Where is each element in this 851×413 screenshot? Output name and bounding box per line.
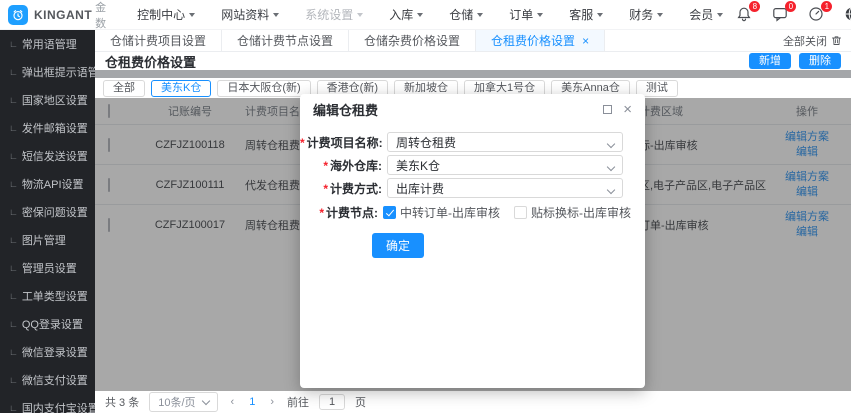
nav-menu: 控制中心 网站资料 系统设置 入库 仓储 订单 客服 财务 会员 bbox=[124, 0, 736, 30]
tab-warehouse-misc-price[interactable]: 仓储杂费价格设置 bbox=[349, 30, 477, 51]
chevron-down-icon bbox=[273, 13, 280, 17]
main-area: 仓储计费项目设置 仓储计费节点设置 仓储杂费价格设置 仓租费价格设置 全部关闭 … bbox=[95, 30, 851, 413]
sidebar-item[interactable]: 国家地区设置 bbox=[0, 86, 95, 114]
sidebar-item[interactable]: 微信支付设置 bbox=[0, 366, 95, 394]
chevron-down-icon bbox=[357, 13, 364, 17]
nav-menu-item[interactable]: 订单 bbox=[496, 0, 556, 30]
bell-badge: 8 bbox=[749, 1, 761, 12]
chevron-down-icon bbox=[417, 13, 424, 17]
chevron-down-icon bbox=[657, 13, 664, 17]
chat-icon[interactable]: 0 bbox=[772, 1, 797, 23]
brand-logo-icon bbox=[8, 4, 28, 25]
sidebar-item[interactable]: 弹出框提示语管理 bbox=[0, 58, 95, 86]
filter-chip[interactable]: 日本大阪仓(新) bbox=[217, 79, 311, 97]
filter-chip-active[interactable]: 美东K仓 bbox=[151, 79, 212, 97]
globe-icon[interactable] bbox=[844, 6, 851, 23]
chevron-down-icon bbox=[537, 13, 544, 17]
tab-warehouse-billing-nodes[interactable]: 仓储计费节点设置 bbox=[222, 30, 350, 51]
chevron-down-icon bbox=[606, 185, 616, 195]
overseas-warehouse-select[interactable]: 美东K仓 bbox=[387, 155, 623, 175]
goto-label: 前往 bbox=[287, 397, 309, 409]
chevron-down-icon bbox=[201, 396, 210, 405]
edit-rent-dialog: 编辑仓租费 计费项目名称: 周转仓租费 海外仓库: 美东K bbox=[300, 94, 645, 388]
page-number[interactable]: 1 bbox=[247, 396, 257, 408]
nav-menu-item[interactable]: 客服 bbox=[556, 0, 616, 30]
pagination-bar: 共 3 条 10条/页 1 前往 页 bbox=[95, 391, 851, 413]
relabel-checkbox-label: 贴标换标-出库审核 bbox=[531, 206, 631, 220]
relabel-checkbox[interactable] bbox=[514, 206, 527, 219]
next-page-button[interactable] bbox=[267, 396, 277, 408]
confirm-button[interactable]: 确定 bbox=[372, 233, 425, 258]
page-size-select[interactable]: 10条/页 bbox=[149, 392, 218, 412]
page-unit-label: 页 bbox=[355, 397, 366, 409]
nav-menu-item[interactable]: 控制中心 bbox=[124, 0, 208, 30]
dialog-header: 编辑仓租费 bbox=[300, 94, 645, 124]
nav-menu-item[interactable]: 财务 bbox=[616, 0, 676, 30]
close-all-tabs-button[interactable]: 全部关闭 bbox=[783, 30, 851, 51]
chevron-down-icon bbox=[606, 162, 616, 172]
goto-page-input[interactable] bbox=[319, 394, 345, 410]
chevron-down-icon bbox=[606, 139, 616, 149]
sidebar-item[interactable]: 物流API设置 bbox=[0, 170, 95, 198]
sidebar: 常用语管理 弹出框提示语管理 国家地区设置 发件邮箱设置 短信发送设置 物流AP… bbox=[0, 30, 95, 413]
gauge-icon[interactable]: 1 bbox=[808, 1, 833, 23]
nav-menu-item[interactable]: 会员 bbox=[676, 0, 736, 30]
tab-warehouse-billing-items[interactable]: 仓储计费项目设置 bbox=[95, 30, 223, 51]
nav-menu-item[interactable]: 仓储 bbox=[436, 0, 496, 30]
tab-warehouse-rent-price[interactable]: 仓租费价格设置 bbox=[476, 30, 606, 51]
billing-item-select[interactable]: 周转仓租费 bbox=[387, 132, 623, 152]
chevron-down-icon bbox=[717, 13, 724, 17]
minimize-icon[interactable] bbox=[603, 104, 613, 114]
dialog-title: 编辑仓租费 bbox=[313, 102, 379, 118]
chevron-down-icon bbox=[189, 13, 196, 17]
nav-menu-item[interactable]: 系统设置 bbox=[292, 0, 376, 30]
dimmed-gap bbox=[95, 70, 851, 78]
page-header: 仓租费价格设置 新增 删除 bbox=[95, 52, 851, 70]
dialog-body: 计费项目名称: 周转仓租费 海外仓库: 美东K仓 计费方式: bbox=[300, 124, 645, 258]
billing-method-select[interactable]: 出库计费 bbox=[387, 178, 623, 198]
sidebar-item[interactable]: 密保问题设置 bbox=[0, 198, 95, 226]
sidebar-item[interactable]: 国内支付宝设置 bbox=[0, 394, 95, 413]
sidebar-item[interactable]: 图片管理 bbox=[0, 226, 95, 254]
nav-menu-item[interactable]: 网站资料 bbox=[208, 0, 292, 30]
nav-menu-item[interactable]: 入库 bbox=[376, 0, 436, 30]
prev-page-button[interactable] bbox=[228, 396, 238, 408]
transfer-order-checkbox[interactable] bbox=[383, 206, 396, 219]
total-count: 共 3 条 bbox=[105, 397, 140, 409]
gauge-badge: 1 bbox=[821, 1, 833, 12]
top-navbar: KINGANT 金数 控制中心 网站资料 系统设置 入库 仓储 订单 客服 财务… bbox=[0, 0, 851, 30]
sidebar-item[interactable]: QQ登录设置 bbox=[0, 310, 95, 338]
nav-toolbar: 8 0 1 iadmin bbox=[736, 0, 851, 29]
field-label-billing-method: 计费方式: bbox=[300, 180, 382, 197]
app-window: KINGANT 金数 控制中心 网站资料 系统设置 入库 仓储 订单 客服 财务… bbox=[0, 0, 851, 413]
field-label-billing-item: 计费项目名称: bbox=[300, 134, 383, 151]
sidebar-item[interactable]: 微信登录设置 bbox=[0, 338, 95, 366]
tab-close-icon[interactable] bbox=[582, 35, 589, 47]
delete-button[interactable]: 删除 bbox=[799, 53, 841, 69]
sidebar-item[interactable]: 管理员设置 bbox=[0, 254, 95, 282]
sidebar-item[interactable]: 常用语管理 bbox=[0, 30, 95, 58]
close-icon[interactable] bbox=[623, 104, 632, 115]
brand-name: KINGANT bbox=[34, 7, 93, 22]
trash-icon bbox=[832, 36, 841, 45]
sidebar-item[interactable]: 发件邮箱设置 bbox=[0, 114, 95, 142]
chevron-down-icon bbox=[477, 13, 484, 17]
chat-badge: 0 bbox=[785, 1, 797, 12]
chevron-down-icon bbox=[597, 13, 604, 17]
page-title: 仓租费价格设置 bbox=[105, 54, 197, 70]
bell-icon[interactable]: 8 bbox=[736, 1, 761, 23]
brand-suffix: 金数 bbox=[95, 1, 107, 30]
sidebar-item[interactable]: 工单类型设置 bbox=[0, 282, 95, 310]
page-tabs: 仓储计费项目设置 仓储计费节点设置 仓储杂费价格设置 仓租费价格设置 全部关闭 bbox=[95, 30, 851, 52]
filter-chip-all[interactable]: 全部 bbox=[103, 79, 145, 97]
sidebar-item[interactable]: 短信发送设置 bbox=[0, 142, 95, 170]
field-label-billing-node: 计费节点: bbox=[300, 204, 378, 221]
field-label-overseas-warehouse: 海外仓库: bbox=[300, 157, 382, 174]
transfer-order-checkbox-label: 中转订单-出库审核 bbox=[400, 206, 500, 220]
add-button[interactable]: 新增 bbox=[749, 53, 791, 69]
